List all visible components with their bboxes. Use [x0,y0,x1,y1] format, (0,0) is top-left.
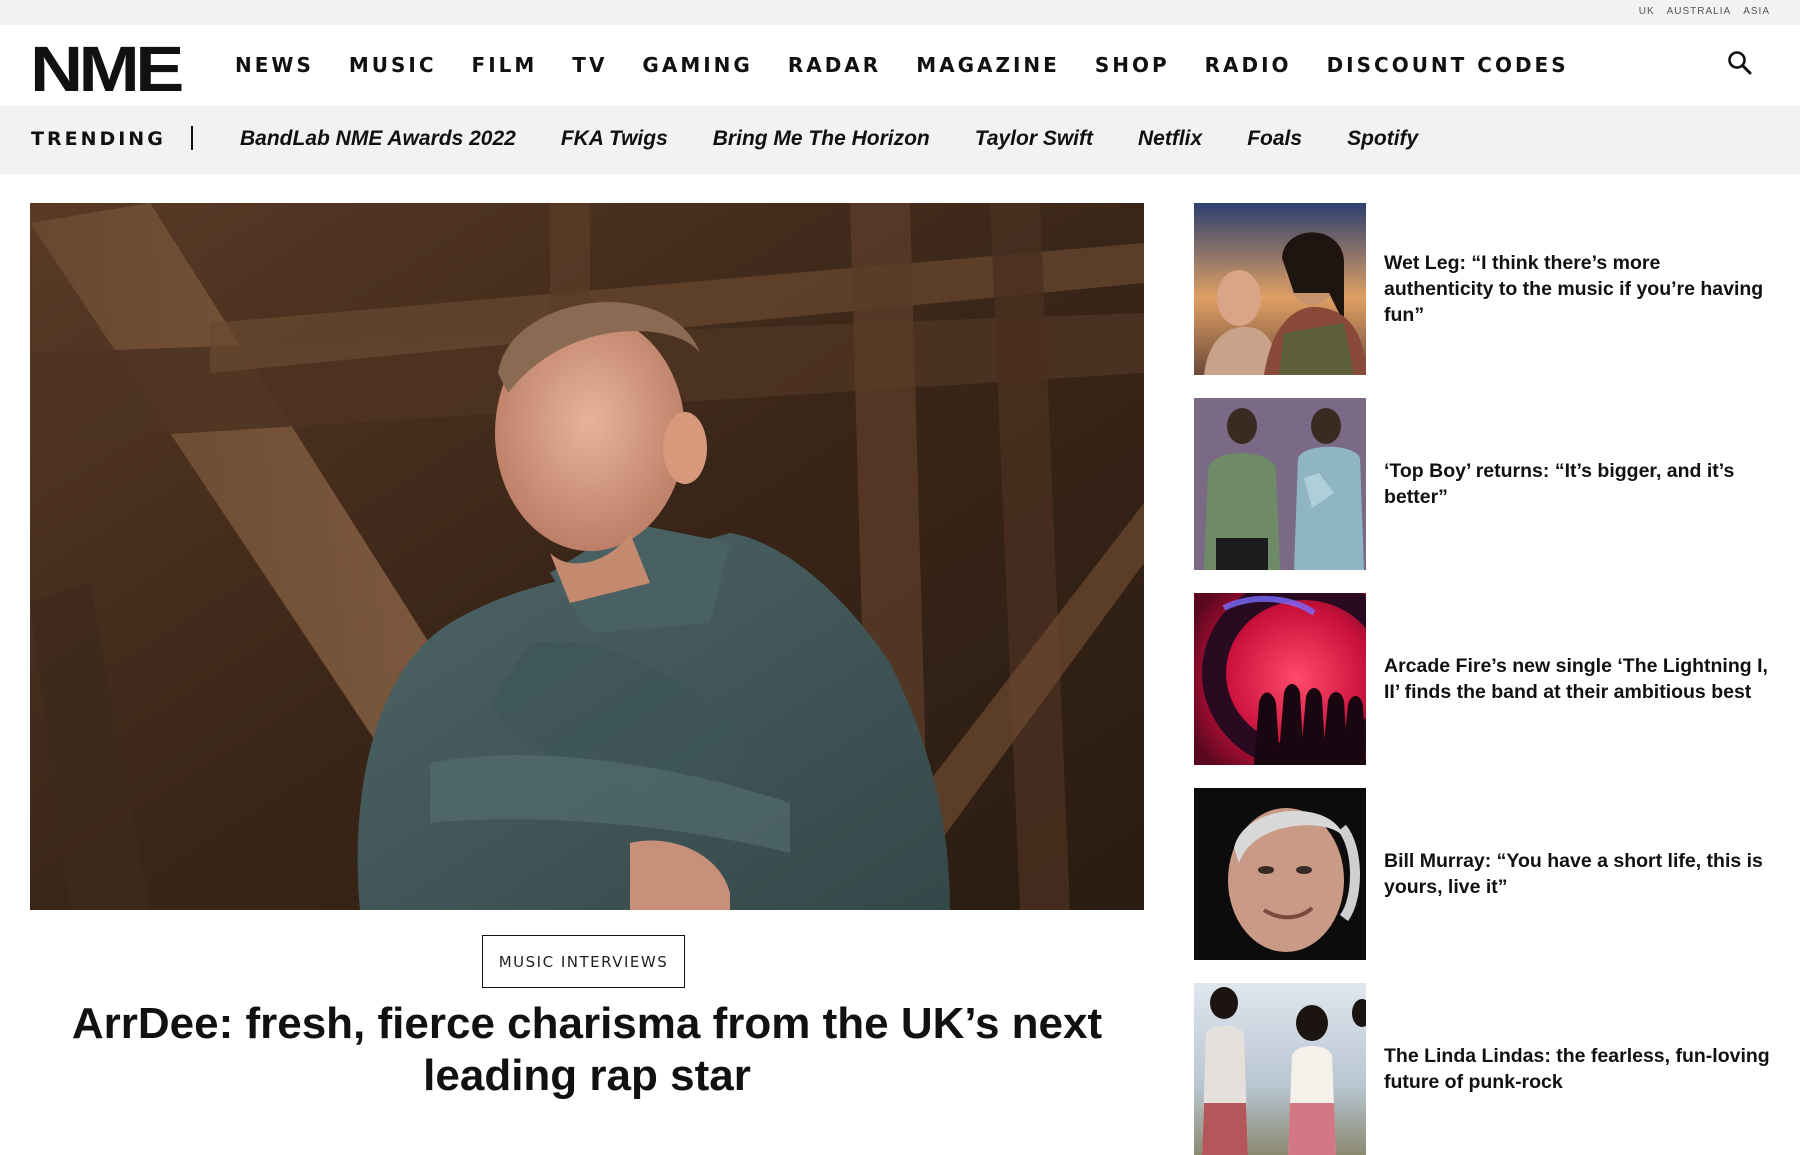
nav-gaming[interactable]: GAMING [642,53,752,77]
trending-divider [191,126,193,150]
trending-bar: TRENDING BandLab NME Awards 2022 FKA Twi… [0,106,1800,174]
region-uk-link[interactable]: UK [1639,6,1655,17]
article-thumbnail[interactable] [1194,398,1366,570]
hero-article-title[interactable]: ArrDee: fresh, fierce charisma from the … [60,998,1114,1102]
hero-category-tag[interactable]: MUSIC INTERVIEWS [482,935,685,988]
main-nav: NEWS MUSIC FILM TV GAMING RADAR MAGAZINE… [235,53,1604,77]
trending-link[interactable]: Netflix [1138,127,1202,151]
nav-shop[interactable]: SHOP [1095,53,1170,77]
region-links: UK AUSTRALIA ASIA [1639,6,1770,17]
sidebar-article[interactable]: The Linda Lindas: the fearless, fun-lovi… [1194,983,1774,1155]
trending-label: TRENDING [31,128,166,150]
nav-news[interactable]: NEWS [235,53,314,77]
nav-music[interactable]: MUSIC [349,53,437,77]
hero-article-image[interactable] [30,203,1144,910]
article-title[interactable]: The Linda Lindas: the fearless, fun-lovi… [1384,983,1774,1155]
article-title[interactable]: Bill Murray: “You have a short life, thi… [1384,788,1774,960]
sidebar-article[interactable]: Arcade Fire’s new single ‘The Lightning … [1194,593,1774,765]
article-title[interactable]: Wet Leg: “I think there’s more authentic… [1384,203,1774,375]
trending-link[interactable]: Bring Me The Horizon [713,127,930,151]
trending-links: BandLab NME Awards 2022 FKA Twigs Bring … [240,127,1463,151]
nav-radar[interactable]: RADAR [788,53,881,77]
trending-link[interactable]: Taylor Swift [975,127,1093,151]
nme-logo[interactable]: NME [30,37,184,101]
sidebar-article[interactable]: ‘Top Boy’ returns: “It’s bigger, and it’… [1194,398,1774,570]
article-thumbnail[interactable] [1194,593,1366,765]
site-header: NME NEWS MUSIC FILM TV GAMING RADAR MAGA… [0,25,1800,106]
article-thumbnail[interactable] [1194,203,1366,375]
article-title[interactable]: ‘Top Boy’ returns: “It’s bigger, and it’… [1384,398,1774,570]
trending-link[interactable]: BandLab NME Awards 2022 [240,127,516,151]
nav-radio[interactable]: RADIO [1205,53,1292,77]
trending-link[interactable]: FKA Twigs [561,127,668,151]
nav-tv[interactable]: TV [572,53,607,77]
region-australia-link[interactable]: AUSTRALIA [1667,6,1732,17]
article-title-text[interactable]: Bill Murray: “You have a short life, thi… [1384,848,1774,900]
trending-link[interactable]: Foals [1247,127,1302,151]
search-icon [1728,51,1752,75]
article-title[interactable]: Arcade Fire’s new single ‘The Lightning … [1384,593,1774,765]
article-title-text[interactable]: Wet Leg: “I think there’s more authentic… [1384,250,1774,328]
region-asia-link[interactable]: ASIA [1743,6,1770,17]
sidebar-article[interactable]: Bill Murray: “You have a short life, thi… [1194,788,1774,960]
search-button[interactable] [1725,48,1755,78]
nav-film[interactable]: FILM [472,53,538,77]
article-title-text[interactable]: Arcade Fire’s new single ‘The Lightning … [1384,653,1774,705]
article-title-text[interactable]: ‘Top Boy’ returns: “It’s bigger, and it’… [1384,458,1774,510]
nav-magazine[interactable]: MAGAZINE [916,53,1060,77]
nav-discount-codes[interactable]: DISCOUNT CODES [1327,53,1569,77]
article-thumbnail[interactable] [1194,983,1366,1155]
region-bar: UK AUSTRALIA ASIA [0,0,1800,25]
article-title-text[interactable]: The Linda Lindas: the fearless, fun-lovi… [1384,1043,1774,1095]
trending-link[interactable]: Spotify [1347,127,1418,151]
sidebar-article[interactable]: Wet Leg: “I think there’s more authentic… [1194,203,1774,375]
article-thumbnail[interactable] [1194,788,1366,960]
